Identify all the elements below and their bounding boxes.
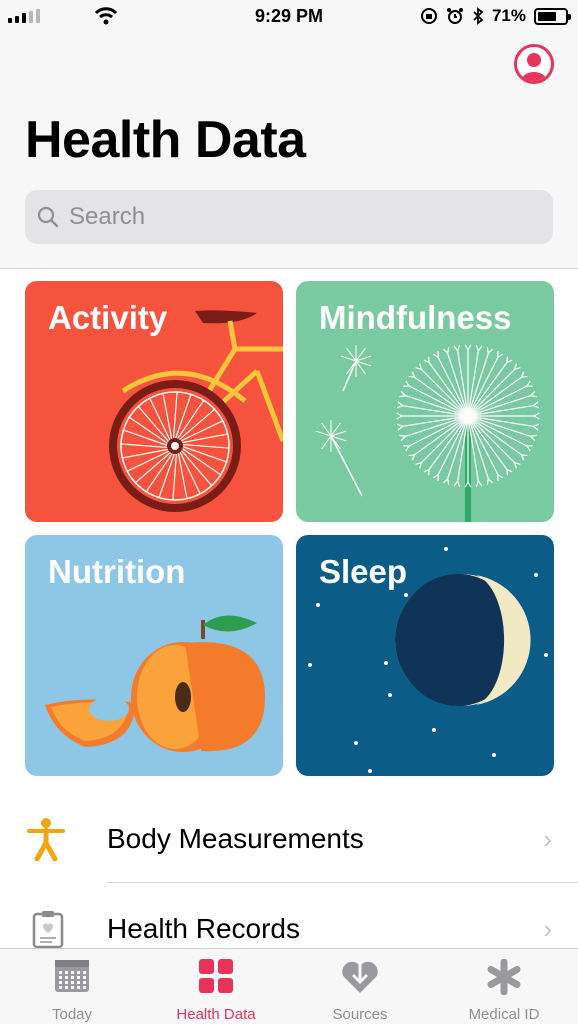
list-item-label: Body Measurements bbox=[107, 823, 364, 854]
search-placeholder: Search bbox=[69, 203, 146, 230]
tile-mindfulness[interactable]: Mindfulness bbox=[296, 281, 554, 522]
tile-activity[interactable]: Activity bbox=[25, 281, 283, 522]
alarm-icon bbox=[446, 8, 463, 24]
grid-icon bbox=[199, 959, 233, 993]
search-input[interactable]: Search bbox=[25, 190, 553, 244]
tab-health-data[interactable]: Health Data bbox=[144, 949, 288, 1024]
tile-sleep-label: Sleep bbox=[319, 553, 408, 590]
list-item-label: Health Records bbox=[107, 913, 300, 944]
chevron-right-icon: › bbox=[543, 823, 552, 854]
list-item-body-measurements[interactable]: Body Measurements › bbox=[0, 795, 578, 883]
divider bbox=[107, 882, 578, 883]
page-title: Health Data bbox=[25, 111, 306, 169]
tab-today[interactable]: Today bbox=[0, 949, 144, 1024]
tab-sources[interactable]: Sources bbox=[288, 949, 432, 1024]
tab-bar: Today Health Data Sources Medical ID bbox=[0, 948, 578, 1024]
battery-percent: 71% bbox=[491, 6, 526, 25]
tab-sources-label: Sources bbox=[332, 1006, 388, 1023]
heart-download-icon bbox=[342, 961, 378, 993]
tab-health-data-label: Health Data bbox=[176, 1006, 256, 1023]
tab-medical-id[interactable]: Medical ID bbox=[432, 949, 576, 1024]
clipboard-icon bbox=[32, 911, 64, 949]
tile-mindfulness-label: Mindfulness bbox=[319, 299, 512, 336]
battery-icon bbox=[534, 7, 571, 25]
calendar-icon bbox=[55, 960, 89, 992]
chevron-right-icon: › bbox=[543, 913, 552, 944]
tab-today-label: Today bbox=[51, 1006, 93, 1023]
orientation-lock-icon bbox=[420, 8, 437, 24]
tile-nutrition-label: Nutrition bbox=[48, 553, 186, 590]
status-bar: 9:29 PM 71% bbox=[0, 0, 578, 34]
profile-avatar-icon[interactable] bbox=[514, 44, 554, 84]
tile-nutrition[interactable]: Nutrition bbox=[25, 535, 283, 776]
tile-activity-label: Activity bbox=[48, 299, 168, 336]
asterisk-icon bbox=[487, 959, 521, 995]
search-icon bbox=[37, 206, 59, 228]
person-icon bbox=[27, 818, 65, 861]
tile-sleep[interactable]: Sleep bbox=[296, 535, 554, 776]
bluetooth-icon bbox=[473, 7, 484, 25]
tab-medical-id-label: Medical ID bbox=[468, 1006, 540, 1023]
